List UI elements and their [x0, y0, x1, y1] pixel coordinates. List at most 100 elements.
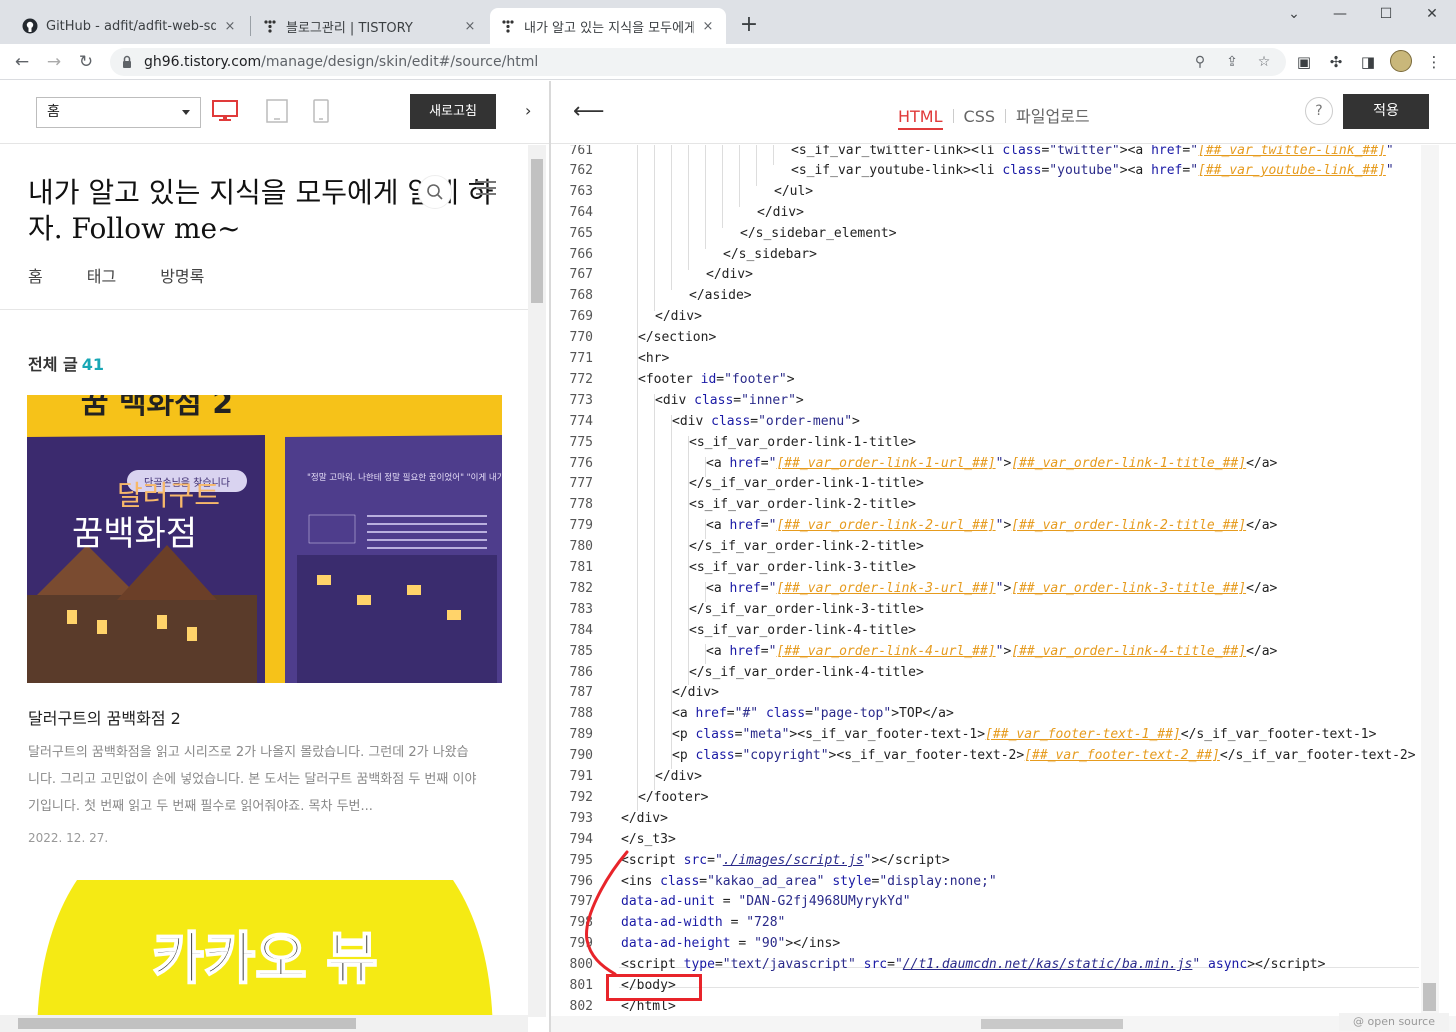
apply-button[interactable]: 적용 [1343, 94, 1429, 129]
search-icon[interactable] [418, 175, 452, 209]
nav-guestbook[interactable]: 방명록 [160, 267, 204, 286]
share-icon[interactable]: ⇪ [1222, 52, 1242, 72]
scroll-thumb[interactable] [531, 159, 543, 303]
mobile-view-icon[interactable] [313, 99, 329, 127]
chevron-right-icon[interactable]: › [525, 101, 531, 120]
code-line: </footer> [638, 790, 709, 805]
nav-home[interactable]: 홈 [28, 267, 43, 286]
code-line: </s_if_var_order-link-1-title> [689, 476, 924, 491]
ad-thumbnail[interactable]: 카카오 뷰 [37, 880, 493, 1017]
preview-toolbar: 홈 새로고침 › [0, 81, 549, 144]
code-editor[interactable]: 761 762 763 764 765 766 767 768 769 770 771 772 773 7… [551, 145, 1421, 1016]
page-select[interactable]: 홈 [36, 97, 201, 128]
tab-file-upload[interactable]: 파일업로드 [1016, 103, 1090, 127]
desktop-view-icon[interactable] [212, 100, 238, 126]
tab-tistory-manage[interactable]: 블로그관리 | TISTORY × [252, 8, 488, 44]
back-arrow-icon[interactable]: ⟵ [573, 99, 605, 124]
tab-title: GitHub - adfit/adfit-web-sdk: Ad [46, 18, 216, 34]
annotation-highlight-box [606, 974, 702, 1001]
code-line: </div> [757, 205, 804, 220]
post-thumbnail[interactable]: 단골손님을 찾습니다 꿈 백화점 2 달러구트 꿈백화점 "정말 고마워. 나한… [27, 395, 502, 683]
open-source-label[interactable]: @ open source [1339, 1013, 1449, 1031]
zoom-icon[interactable]: ⚲ [1190, 52, 1210, 72]
code-line: </s_sidebar> [723, 247, 817, 262]
refresh-button[interactable]: 새로고침 [410, 94, 496, 129]
line-number: 772 [569, 372, 593, 387]
profile-avatar[interactable] [1390, 50, 1412, 72]
all-posts-label: 전체 글 [28, 355, 78, 374]
line-number: 783 [569, 602, 593, 617]
tab-search-icon[interactable]: ⌄ [1274, 6, 1314, 26]
line-number: 768 [569, 288, 593, 303]
tab-blog-active[interactable]: 내가 알고 있는 지식을 모두에게 × [490, 8, 726, 44]
code-line: </s_if_var_order-link-3-title> [689, 602, 924, 617]
line-number: 785 [569, 644, 593, 659]
line-number: 777 [569, 476, 593, 491]
help-icon[interactable]: ? [1305, 97, 1333, 125]
hamburger-menu-icon[interactable] [476, 181, 496, 197]
blog-preview: 내가 알고 있는 지식을 모두에게 알게 하자. Follow me~ 홈 태그 방… [0, 145, 528, 1017]
close-icon[interactable]: × [222, 19, 238, 34]
preview-vertical-scrollbar[interactable] [528, 145, 546, 1017]
url-bar[interactable]: gh96.tistory.com/manage/design/skin/edit… [110, 48, 1286, 76]
maximize-button[interactable]: ☐ [1366, 6, 1406, 26]
code-line: <a href="#" class="page-top">TOP</a> [672, 706, 954, 721]
scroll-thumb[interactable] [981, 1019, 1123, 1029]
close-window-button[interactable]: ✕ [1412, 6, 1452, 26]
line-number: 789 [569, 727, 593, 742]
code-line: <a href="[##_var_order-link-4-url_##]">[… [706, 644, 1278, 659]
close-icon[interactable]: × [700, 19, 716, 34]
minimize-button[interactable]: — [1320, 6, 1360, 26]
editor-toolbar: ⟵ HTML CSS 파일업로드 ? 적용 [551, 81, 1456, 144]
tistory-icon [500, 18, 516, 34]
editor-horizontal-scrollbar[interactable] [551, 1016, 1456, 1032]
tab-github[interactable]: GitHub - adfit/adfit-web-sdk: Ad × [12, 8, 248, 44]
editor-panel: ⟵ HTML CSS 파일업로드 ? 적용 761 762 763 764 765 766 76… [551, 81, 1456, 1032]
code-line: data-ad-height = "90"></ins> [621, 936, 841, 951]
code-line: data-ad-unit = "DAN-G2fj4968UMyrykYd" [621, 894, 911, 909]
preview-horizontal-scrollbar[interactable] [0, 1015, 528, 1032]
address-toolbar: ← → ↻ gh96.tistory.com/manage/design/ski… [0, 44, 1456, 80]
code-line: </s_if_var_order-link-4-title> [689, 665, 924, 680]
reader-icon[interactable]: ▣ [1294, 52, 1314, 72]
book-title-line2: 꿈백화점 [72, 514, 197, 554]
line-number: 774 [569, 414, 593, 429]
scroll-thumb[interactable] [1423, 983, 1436, 1011]
new-tab-button[interactable]: + [736, 13, 762, 39]
code-line: <a href="[##_var_order-link-3-url_##]">[… [706, 581, 1278, 596]
code-line: </html> [621, 999, 676, 1014]
back-arrow-icon[interactable]: ← [10, 50, 34, 74]
line-number: 761 [569, 145, 593, 158]
editor-vertical-scrollbar[interactable] [1421, 145, 1439, 1016]
line-number: 773 [569, 393, 593, 408]
bookmark-star-icon[interactable]: ☆ [1254, 52, 1274, 72]
reload-icon[interactable]: ↻ [74, 50, 98, 74]
tab-title: 블로그관리 | TISTORY [286, 20, 413, 36]
forward-arrow-icon[interactable]: → [42, 50, 66, 74]
post-title[interactable]: 달러구트의 꿈백화점 2 [28, 705, 181, 729]
code-line: <s_if_var_order-link-4-title> [689, 623, 916, 638]
tab-html[interactable]: HTML [898, 107, 943, 130]
menu-kebab-icon[interactable]: ⋮ [1424, 52, 1444, 72]
code-line: </s_if_var_order-link-2-title> [689, 539, 924, 554]
line-number: 771 [569, 351, 593, 366]
url-host: gh96.tistory.com [144, 54, 262, 70]
blog-nav: 홈 태그 방명록 [28, 263, 248, 287]
code-line: <a href="[##_var_order-link-2-url_##]">[… [706, 518, 1278, 533]
code-line: </section> [638, 330, 717, 345]
tab-title: 내가 알고 있는 지식을 모두에게 [524, 20, 694, 36]
tablet-view-icon[interactable] [266, 99, 288, 127]
side-panel-icon[interactable]: ◨ [1358, 52, 1378, 72]
annotation-arrow [585, 850, 629, 976]
close-icon[interactable]: × [462, 19, 478, 34]
tab-css[interactable]: CSS [964, 107, 995, 126]
scroll-thumb[interactable] [18, 1018, 356, 1029]
nav-tag[interactable]: 태그 [87, 267, 116, 286]
code-line: <a href="[##_var_order-link-1-url_##]">[… [706, 456, 1278, 471]
post-excerpt: 달러구트의 꿈백화점을 읽고 시리즈로 2가 나올지 몰랐습니다. 그런데 2가… [28, 745, 477, 814]
line-number: 776 [569, 456, 593, 471]
book-quote: "정말 고마워. 나한테 정말 필요한 꿈이었어" "이게 내가 정말 살아갈 … [307, 472, 502, 483]
extensions-puzzle-icon[interactable]: ✣ [1326, 52, 1346, 72]
line-number: 786 [569, 665, 593, 680]
tab-separator [952, 109, 954, 123]
